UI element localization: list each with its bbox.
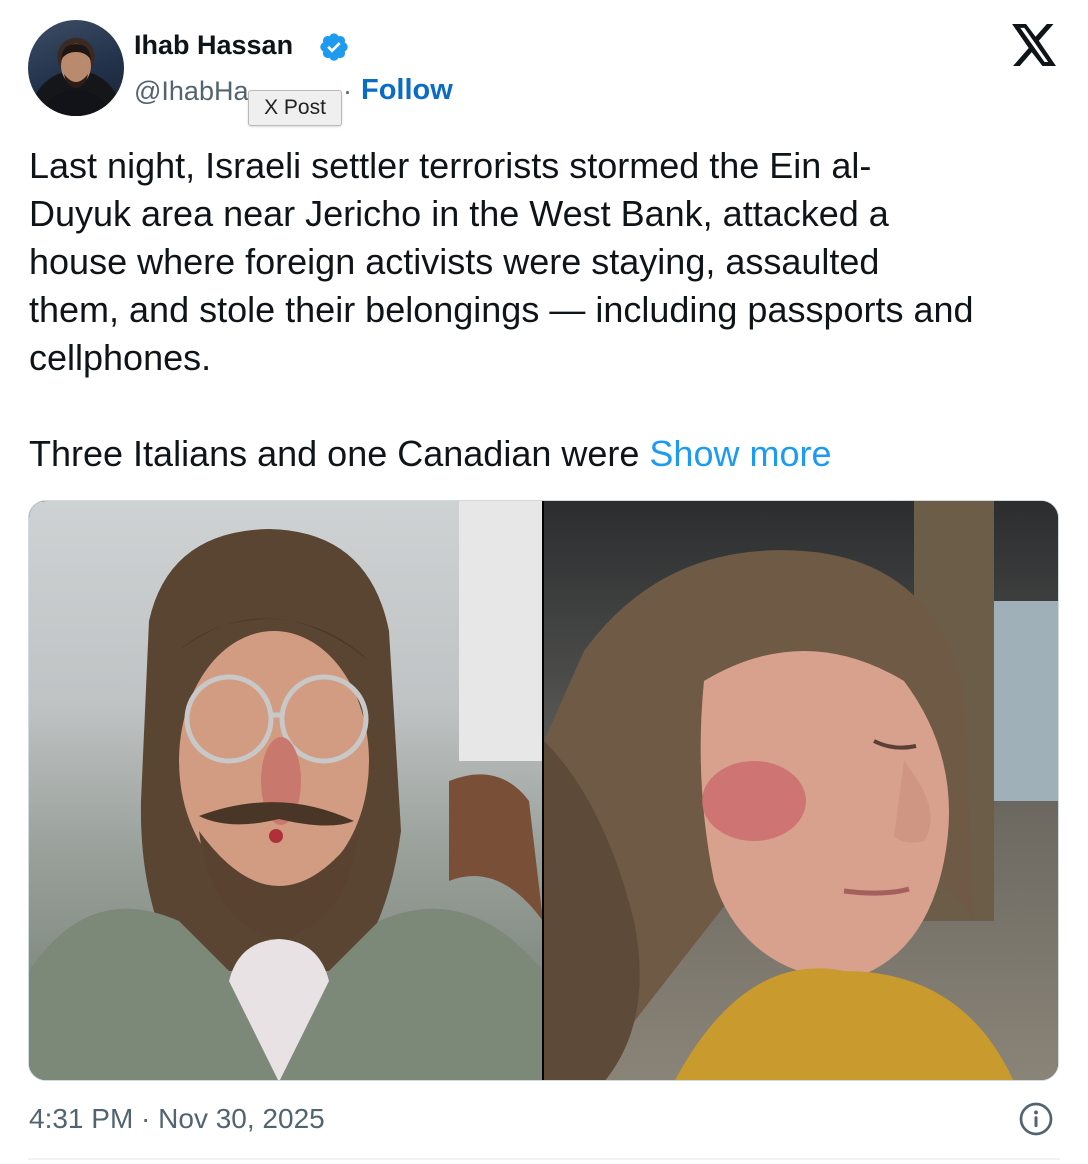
photo-left-illustration (29, 501, 542, 1080)
post-embed-card: Ihab Hassan @IhabHa · Follow X Post Last… (0, 0, 1088, 1164)
photo-woman-bruised-cheek[interactable] (544, 501, 1058, 1080)
verified-badge-icon (320, 33, 348, 61)
show-more-link[interactable]: Show more (649, 433, 831, 474)
avatar-portrait (42, 44, 110, 116)
post-timestamp[interactable]: 4:31 PM · Nov 30, 2025 (29, 1103, 325, 1135)
author-name[interactable]: Ihab Hassan (134, 30, 293, 61)
follow-button[interactable]: Follow (361, 74, 453, 107)
handle-separator: · (343, 76, 352, 106)
avatar[interactable] (28, 20, 124, 116)
x-logo-icon[interactable] (1012, 24, 1058, 66)
post-paragraph-2: Three Italians and one Canadian were Sho… (29, 430, 1069, 478)
media-grid[interactable] (28, 500, 1059, 1081)
tooltip: X Post (248, 90, 342, 126)
post-paragraph-2-text: Three Italians and one Canadian were (29, 433, 650, 474)
photo-young-man-injured-face[interactable] (29, 501, 542, 1080)
divider (28, 1158, 1060, 1160)
post-paragraph-1: Last night, Israeli settler terrorists s… (29, 145, 974, 378)
info-icon[interactable] (1018, 1101, 1054, 1137)
post-text: Last night, Israeli settler terrorists s… (29, 142, 1069, 478)
photo-right-illustration (544, 501, 1058, 1080)
author-handle[interactable]: @IhabHa (134, 76, 248, 107)
